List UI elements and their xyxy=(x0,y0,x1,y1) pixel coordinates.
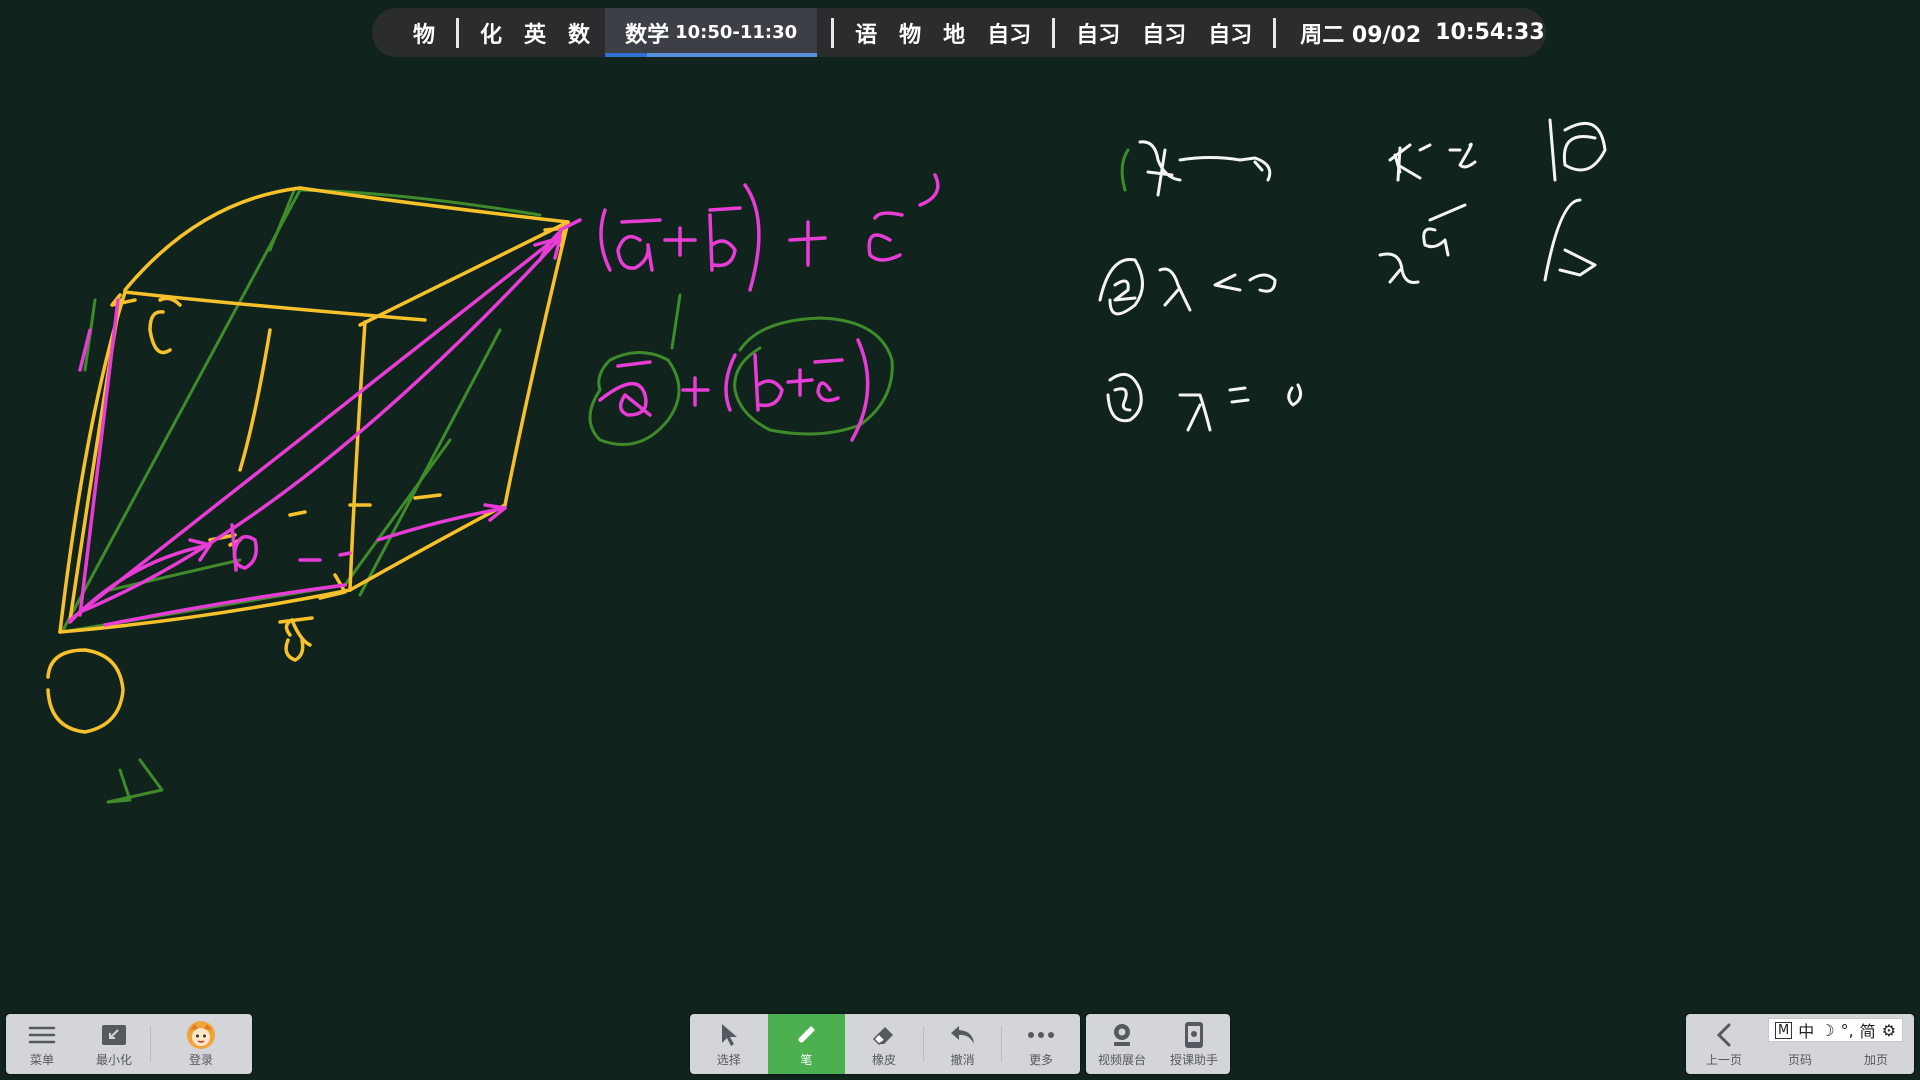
menu-button[interactable]: 菜单 xyxy=(6,1014,78,1074)
ime-language-toggle[interactable]: 中 xyxy=(1798,1018,1814,1042)
current-class-time: 10:50-11:30 xyxy=(675,22,798,43)
schedule-subject: 自习 xyxy=(1208,22,1253,48)
avatar-icon xyxy=(186,1020,216,1049)
eraser-tool-button[interactable]: 橡皮 xyxy=(845,1014,923,1074)
schedule-separator xyxy=(1273,17,1277,48)
add-page-label: 加页 xyxy=(1863,1052,1888,1067)
pen-tool-label: 笔 xyxy=(800,1052,813,1067)
current-class-label: 数学 xyxy=(625,22,670,48)
teaching-assistant-button[interactable]: 授课助手 xyxy=(1158,1014,1230,1074)
pen-icon xyxy=(791,1021,821,1049)
hamburger-menu-icon xyxy=(27,1021,57,1049)
eraser-tool-label: 橡皮 xyxy=(871,1052,896,1067)
schedule-subject: 物 xyxy=(899,22,922,48)
class-progress-bar xyxy=(605,53,818,57)
undo-button-label: 撤消 xyxy=(950,1052,975,1067)
class-schedule-bar: 物 化 英 数 数学 10:50-11:30 语 物 地 自习 自习 自习 自习… xyxy=(372,8,1546,57)
white-ink xyxy=(1098,118,1607,432)
yellow-ink xyxy=(46,186,570,734)
ink-strokes xyxy=(46,118,1607,804)
gear-icon[interactable]: ⚙ xyxy=(1882,1021,1896,1040)
clock-label: 10:54:33 xyxy=(1435,20,1545,45)
minimize-button[interactable]: 最小化 xyxy=(78,1014,150,1074)
left-toolbar: 菜单 最小化 登录 xyxy=(6,1014,252,1074)
login-button[interactable]: 登录 xyxy=(151,1014,251,1074)
schedule-separator xyxy=(1052,17,1056,48)
schedule-subject: 物 xyxy=(413,22,436,48)
class-progress-fill xyxy=(605,53,648,57)
minimize-button-label: 最小化 xyxy=(95,1052,132,1067)
prev-page-label: 上一页 xyxy=(1705,1052,1742,1067)
document-camera-icon xyxy=(1107,1021,1137,1049)
schedule-subject: 化 xyxy=(480,22,503,48)
eraser-icon xyxy=(869,1021,899,1049)
schedule-subject: 语 xyxy=(855,22,878,48)
pen-tool-button[interactable]: 笔 xyxy=(767,1014,846,1074)
ime-script-toggle[interactable]: 简 xyxy=(1860,1018,1876,1042)
more-button[interactable]: 更多 xyxy=(1002,1014,1080,1074)
ime-status-bar[interactable]: M 中 ☽ °, 简 ⚙ xyxy=(1768,1018,1904,1042)
current-class-slot: 数学 10:50-11:30 xyxy=(605,8,818,57)
video-booth-label: 视频展台 xyxy=(1097,1052,1146,1067)
select-tool-button[interactable]: 选择 xyxy=(690,1014,768,1074)
page-number-label: 页码 xyxy=(1787,1052,1812,1067)
schedule-subject: 自习 xyxy=(987,22,1032,48)
video-booth-button[interactable]: 视频展台 xyxy=(1086,1014,1158,1074)
minimize-icon xyxy=(99,1021,129,1049)
undo-button[interactable]: 撤消 xyxy=(924,1014,1002,1074)
date-label: 周二 09/02 xyxy=(1300,22,1422,48)
schedule-separator xyxy=(456,17,460,48)
phone-icon xyxy=(1179,1021,1209,1049)
magenta-ink xyxy=(68,173,940,627)
menu-button-label: 菜单 xyxy=(29,1052,54,1067)
select-tool-label: 选择 xyxy=(716,1052,741,1067)
whiteboard-canvas[interactable] xyxy=(0,0,1920,1080)
teaching-assistant-label: 授课助手 xyxy=(1169,1052,1218,1067)
schedule-subject: 自习 xyxy=(1076,22,1121,48)
undo-arrow-icon xyxy=(948,1021,978,1049)
schedule-subject: 自习 xyxy=(1142,22,1187,48)
login-button-label: 登录 xyxy=(188,1052,213,1067)
chevron-left-icon xyxy=(1709,1021,1739,1049)
aux-toolbar: 视频展台 授课助手 xyxy=(1086,1014,1230,1074)
ime-punctuation-toggle[interactable]: °, xyxy=(1841,1021,1854,1040)
green-ink xyxy=(60,148,1130,804)
more-dots-icon xyxy=(1026,1021,1056,1049)
schedule-subject: 数 xyxy=(568,22,591,48)
drawing-toolbar: 选择 笔 橡皮 撤消 更多 xyxy=(690,1014,1080,1074)
ime-mode-indicator[interactable]: M xyxy=(1775,1021,1793,1039)
schedule-subject: 英 xyxy=(524,22,547,48)
schedule-subject: 地 xyxy=(943,22,966,48)
schedule-separator xyxy=(831,17,835,48)
more-button-label: 更多 xyxy=(1029,1052,1054,1067)
cursor-arrow-icon xyxy=(714,1021,744,1049)
prev-page-button[interactable]: 上一页 xyxy=(1686,1014,1762,1074)
moon-icon[interactable]: ☽ xyxy=(1820,1021,1834,1040)
